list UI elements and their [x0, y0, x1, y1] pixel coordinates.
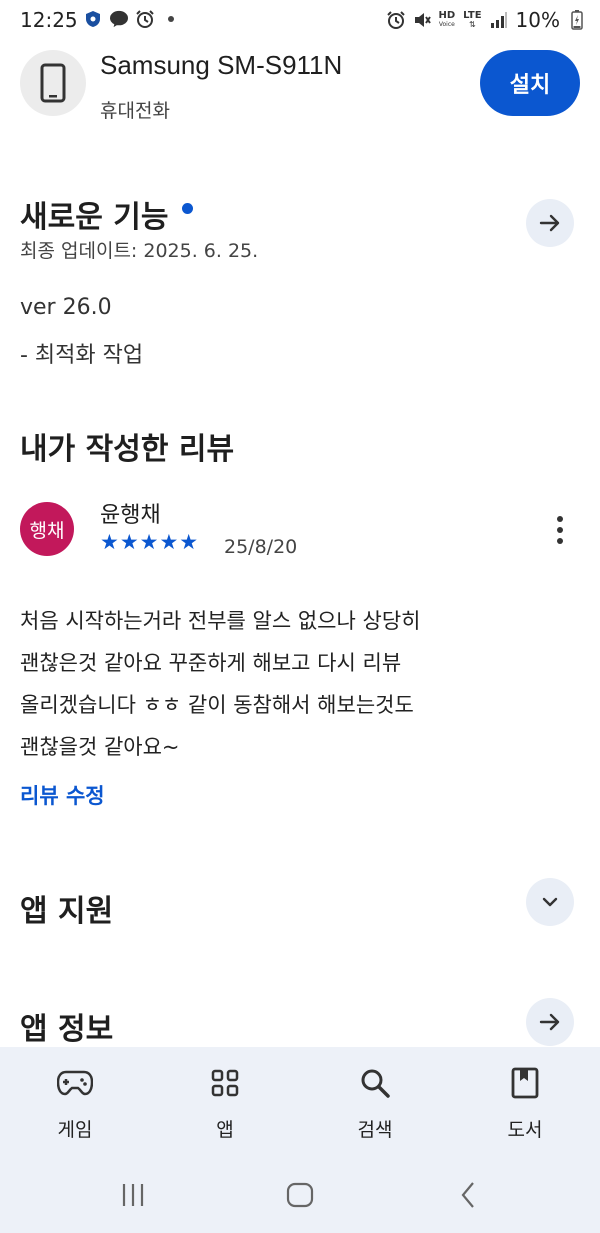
mute-icon	[413, 11, 431, 29]
gamepad-icon	[57, 1065, 93, 1101]
more-dot-icon	[557, 538, 563, 544]
home-button[interactable]	[280, 1177, 320, 1213]
reviewer-name: 윤행채	[100, 503, 161, 528]
more-options-button[interactable]	[548, 510, 572, 550]
app-icon	[20, 50, 86, 116]
back-icon	[461, 1182, 474, 1208]
status-time: 12:25	[20, 8, 78, 32]
back-button[interactable]	[448, 1177, 488, 1213]
alarm-icon	[136, 10, 154, 28]
app-support-title: 앱 지원	[20, 894, 114, 929]
home-icon	[286, 1182, 314, 1208]
status-right-icons: HD Voice LTE ⇅ 10%	[386, 8, 587, 32]
nav-item-apps[interactable]: 앱	[150, 1047, 300, 1157]
avatar: 행채	[20, 502, 74, 556]
review-text-line: 올리겠습니다 ㅎㅎ 같이 동참해서 해보는것도	[20, 693, 414, 717]
status-left-icons	[84, 10, 180, 28]
edit-review-link[interactable]: 리뷰 수정	[20, 780, 105, 810]
signal-icon	[490, 11, 508, 29]
dot-icon	[162, 10, 180, 28]
apps-grid-icon	[207, 1065, 243, 1101]
review-date: 25/8/20	[224, 536, 298, 558]
battery-percent: 10%	[515, 8, 560, 32]
version-text: ver 26.0	[20, 295, 112, 320]
app-subtitle: 휴대전화	[100, 100, 170, 122]
app-info-title: 앱 정보	[20, 1012, 114, 1047]
whats-new-title: 새로운 기능	[20, 200, 169, 235]
lte-icon: LTE ⇅	[463, 10, 482, 30]
more-dot-icon	[557, 527, 563, 533]
bottom-nav: 게임 앱 검색 도서	[0, 1047, 600, 1157]
book-icon	[507, 1065, 543, 1101]
hd-voice-icon: HD Voice	[438, 10, 456, 29]
star-rating: ★★★★★	[100, 530, 200, 554]
review-text: 처음 시작하는거라 전부를 알스 없으나 상당히 괜찮은것 같아요 꾸준하게 해…	[20, 600, 580, 768]
nav-item-books[interactable]: 도서	[450, 1047, 600, 1157]
nav-item-games[interactable]: 게임	[0, 1047, 150, 1157]
app-info-arrow-button[interactable]	[526, 998, 574, 1046]
review-text-line: 괜찮을것 같아요~	[20, 735, 180, 759]
talk-icon	[110, 10, 128, 28]
search-icon	[357, 1065, 393, 1101]
chevron-down-icon	[542, 897, 558, 907]
recents-button[interactable]	[113, 1177, 153, 1213]
last-updated: 최종 업데이트: 2025. 6. 25.	[20, 240, 259, 262]
review-text-line: 괜찮은것 같아요 꾸준하게 해보고 다시 리뷰	[20, 651, 402, 675]
whats-new-arrow-button[interactable]	[526, 199, 574, 247]
changes-text: - 최적화 작업	[20, 343, 144, 368]
nav-label: 앱	[216, 1119, 234, 1141]
more-dot-icon	[557, 516, 563, 522]
nav-item-search[interactable]: 검색	[300, 1047, 450, 1157]
app-support-expand-button[interactable]	[526, 878, 574, 926]
review-text-line: 처음 시작하는거라 전부를 알스 없으나 상당히	[20, 609, 421, 633]
status-bar: 12:25 HD Voice LTE ⇅ 10%	[0, 0, 600, 42]
new-indicator-dot	[182, 203, 193, 214]
arrow-right-icon	[539, 214, 560, 232]
nav-label: 검색	[357, 1119, 393, 1141]
alarm-icon	[386, 11, 405, 29]
system-nav	[0, 1157, 600, 1233]
my-review-title: 내가 작성한 리뷰	[20, 432, 235, 467]
battery-icon	[568, 10, 586, 30]
install-button[interactable]: 설치	[480, 50, 580, 116]
phone-icon	[40, 63, 66, 103]
recents-icon	[122, 1184, 144, 1206]
nav-label: 게임	[57, 1119, 93, 1141]
arrow-right-icon	[539, 1013, 560, 1031]
shield-icon	[84, 10, 102, 28]
app-title: Samsung SM-S911N	[100, 50, 343, 80]
nav-label: 도서	[507, 1119, 543, 1141]
